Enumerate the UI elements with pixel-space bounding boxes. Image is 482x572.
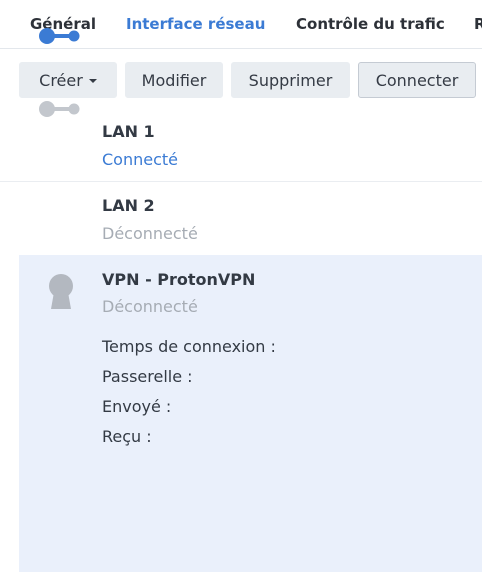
tab-traffic-control[interactable]: Contrôle du trafic bbox=[296, 15, 445, 33]
vpn-keyhole-icon bbox=[49, 274, 73, 309]
interface-name: LAN 2 bbox=[102, 196, 155, 215]
received-label: Reçu : bbox=[102, 427, 152, 446]
toolbar: Créer Modifier Supprimer Connecter bbox=[0, 62, 482, 100]
interface-row-lan2[interactable]: LAN 2 Déconnecté bbox=[0, 182, 482, 254]
tab-truncated[interactable]: R bbox=[474, 15, 482, 33]
create-button-label: Créer bbox=[39, 70, 83, 90]
interface-row-vpn[interactable]: VPN - ProtonVPN Déconnecté Temps de conn… bbox=[19, 255, 482, 572]
connection-time-label: Temps de connexion : bbox=[102, 337, 276, 356]
sent-label: Envoyé : bbox=[102, 397, 172, 416]
interface-status: Déconnecté bbox=[102, 297, 198, 316]
gateway-label: Passerelle : bbox=[102, 367, 193, 386]
create-button[interactable]: Créer bbox=[19, 62, 117, 98]
ethernet-disconnected-icon bbox=[39, 101, 80, 117]
interface-status: Déconnecté bbox=[102, 224, 198, 243]
ethernet-connected-icon bbox=[39, 28, 80, 44]
delete-button[interactable]: Supprimer bbox=[231, 62, 350, 98]
connect-button[interactable]: Connecter bbox=[358, 62, 476, 98]
interface-status: Connecté bbox=[102, 150, 178, 169]
interface-name: LAN 1 bbox=[102, 122, 155, 141]
interface-row-lan1[interactable]: LAN 1 Connecté bbox=[0, 110, 482, 182]
interface-name: VPN - ProtonVPN bbox=[102, 270, 256, 289]
edit-button[interactable]: Modifier bbox=[125, 62, 223, 98]
caret-down-icon bbox=[88, 79, 97, 83]
tab-network-interface[interactable]: Interface réseau bbox=[126, 15, 265, 33]
